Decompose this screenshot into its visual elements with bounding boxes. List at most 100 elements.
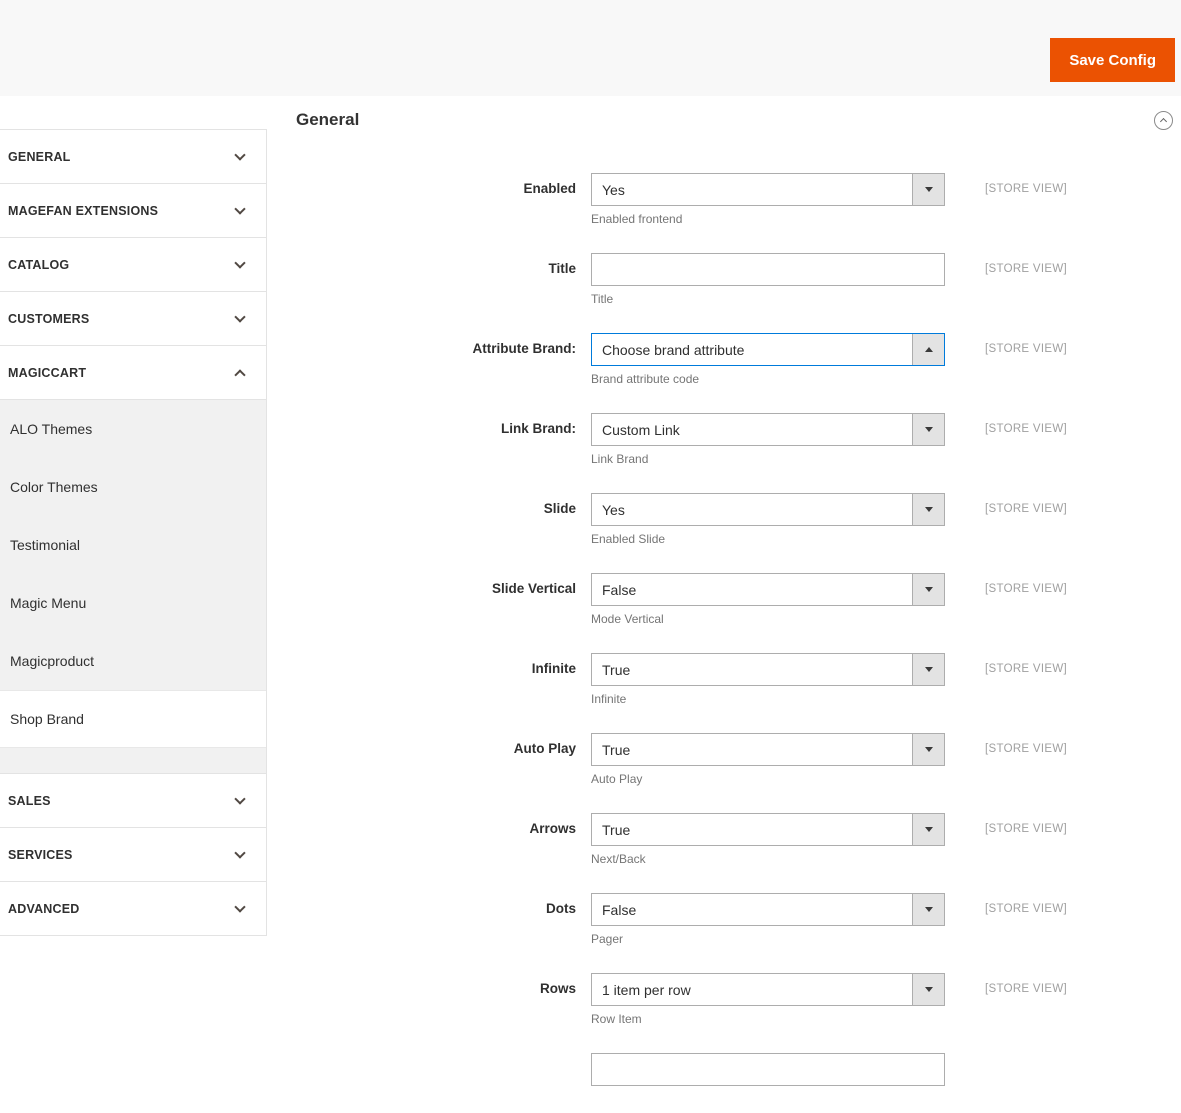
dropdown-arrow[interactable] (912, 494, 944, 525)
sidebar-section-customers[interactable]: CUSTOMERS (0, 292, 266, 346)
field-comment: Auto Play (591, 772, 643, 786)
sidebar-section-general[interactable]: GENERAL (0, 130, 266, 184)
field-row-infinite: Infinite True Infinite [STORE VIEW] (296, 653, 1173, 706)
sidebar-section-magefan-extensions[interactable]: MAGEFAN EXTENSIONS (0, 184, 266, 238)
scope-label: [STORE VIEW] (985, 743, 1067, 755)
field-comment: Enabled Slide (591, 532, 666, 546)
chevron-down-icon (234, 846, 246, 859)
dropdown-arrow[interactable] (912, 654, 944, 685)
field-comment: Brand attribute code (591, 372, 700, 386)
dropdown-arrow[interactable] (912, 894, 944, 925)
dropdown-arrow[interactable] (912, 414, 944, 445)
caret-down-icon (924, 907, 933, 912)
field-row-title: Title Title [STORE VIEW] (296, 253, 1173, 306)
scope-label: [STORE VIEW] (985, 263, 1067, 275)
select-enabled[interactable]: Yes (591, 173, 945, 206)
sidebar-submenu-spacer (0, 748, 266, 773)
section-title: General (296, 110, 360, 129)
dropdown-arrow[interactable] (912, 174, 944, 205)
chevron-down-icon (234, 148, 246, 161)
dropdown-arrow[interactable] (912, 734, 944, 765)
config-sidebar: GENERAL MAGEFAN EXTENSIONS CATALOG CUSTOMER… (0, 129, 267, 936)
caret-down-icon (924, 587, 933, 592)
select-value: Yes (602, 501, 625, 518)
scope-label: [STORE VIEW] (985, 583, 1067, 595)
sidebar-section-catalog[interactable]: CATALOG (0, 238, 266, 292)
field-label-rows: Rows (539, 981, 576, 996)
field-label-title: Title (548, 261, 576, 276)
field-control-wrap: Title (591, 253, 945, 306)
field-row-attribute-brand: Attribute Brand: Choose brand attribute Br… (296, 333, 1173, 386)
field-control-wrap: Yes Enabled frontend (591, 173, 945, 226)
field-label-dots: Dots (546, 901, 576, 916)
select-slide-vertical[interactable]: False (591, 573, 945, 606)
select-auto-play[interactable]: True (591, 733, 945, 766)
field-row-link-brand: Link Brand: Custom Link Link Brand [STORE V… (296, 413, 1173, 466)
select-value: True (602, 741, 631, 758)
field-row-arrows: Arrows True Next/Back [STORE VIEW] (296, 813, 1173, 866)
section-header: General (296, 110, 1173, 130)
sidebar-section-advanced[interactable]: ADVANCED (0, 882, 266, 936)
sidebar-section-magiccart[interactable]: MAGICCART (0, 346, 266, 400)
chevron-down-icon (234, 792, 246, 805)
fields-container: Enabled Yes Enabled frontend [STORE VIEW] Ti… (296, 173, 1173, 1086)
sidebar-section-sales[interactable]: SALES (0, 774, 266, 828)
dropdown-arrow[interactable] (912, 814, 944, 845)
field-label-slide: Slide (543, 501, 576, 516)
field-row-enabled: Enabled Yes Enabled frontend [STORE VIEW] (296, 173, 1173, 226)
field-control-wrap: False Mode Vertical (591, 573, 945, 626)
caret-down-icon (924, 187, 933, 192)
save-config-button[interactable]: Save Config (1050, 38, 1175, 82)
select-infinite[interactable]: True (591, 653, 945, 686)
caret-down-icon (924, 827, 933, 832)
select-dots[interactable]: False (591, 893, 945, 926)
field-label-slide-vertical: Slide Vertical (491, 581, 576, 596)
scope-label: [STORE VIEW] (985, 823, 1067, 835)
field-comment: Infinite (591, 692, 627, 706)
select-arrows[interactable]: True (591, 813, 945, 846)
sidebar-section-label: MAGEFAN EXTENSIONS (8, 203, 159, 218)
select-value: Choose brand attribute (602, 341, 745, 358)
dropdown-arrow[interactable] (912, 574, 944, 605)
field-row-blank (296, 1053, 1173, 1086)
sidebar-section-label: MAGICCART (8, 365, 87, 380)
select-slide[interactable]: Yes (591, 493, 945, 526)
scope-label: [STORE VIEW] (985, 503, 1067, 515)
field-control-wrap: True Infinite (591, 653, 945, 706)
dropdown-arrow[interactable] (912, 974, 944, 1005)
text-input-title[interactable] (591, 253, 945, 286)
dropdown-arrow[interactable] (912, 334, 944, 365)
sidebar-section-label: CUSTOMERS (8, 311, 90, 326)
config-main: General Enabled Yes Enabled frontend [STORE… (267, 96, 1181, 1113)
chevron-up-icon (234, 368, 246, 381)
scope-label: [STORE VIEW] (985, 903, 1067, 915)
field-label-enabled: Enabled (523, 181, 576, 196)
field-control-wrap (591, 1053, 945, 1086)
select-value: False (602, 581, 637, 598)
sidebar-item-color-themes[interactable]: Color Themes (0, 458, 266, 516)
chevron-down-icon (234, 202, 246, 215)
field-comment: Title (591, 292, 614, 306)
caret-down-icon (924, 747, 933, 752)
sidebar-item-magicproduct[interactable]: Magicproduct (0, 632, 266, 690)
select-value: True (602, 661, 631, 678)
sidebar-item-alo-themes[interactable]: ALO Themes (0, 400, 266, 458)
field-label-auto-play: Auto Play (513, 741, 576, 756)
sidebar-section-label: SERVICES (8, 847, 73, 862)
select-rows[interactable]: 1 item per row (591, 973, 945, 1006)
content-area: GENERAL MAGEFAN EXTENSIONS CATALOG CUSTOMER… (0, 96, 1181, 1113)
scope-label: [STORE VIEW] (985, 663, 1067, 675)
field-comment: Enabled frontend (591, 212, 683, 226)
select-value: True (602, 821, 631, 838)
chevron-up-icon (1159, 117, 1168, 126)
sidebar-item-testimonial[interactable]: Testimonial (0, 516, 266, 574)
sidebar-item-shop-brand[interactable]: Shop Brand (0, 690, 266, 748)
sidebar-section-services[interactable]: SERVICES (0, 828, 266, 882)
collapse-section-button[interactable] (1154, 110, 1173, 130)
sidebar-item-magic-menu[interactable]: Magic Menu (0, 574, 266, 632)
text-input-blank[interactable] (591, 1053, 945, 1086)
field-row-slide: Slide Yes Enabled Slide [STORE VIEW] (296, 493, 1173, 546)
select-attribute-brand[interactable]: Choose brand attribute (591, 333, 945, 366)
select-link-brand[interactable]: Custom Link (591, 413, 945, 446)
select-value: 1 item per row (602, 981, 691, 998)
